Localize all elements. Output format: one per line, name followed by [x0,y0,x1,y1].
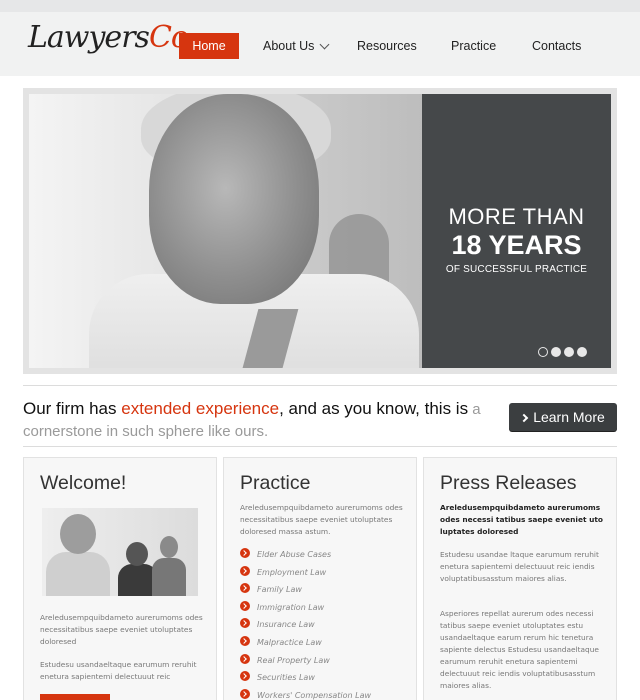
photo-person-1-head [60,514,96,554]
hero-line-3: OF SUCCESSFUL PRACTICE [445,264,588,275]
arrow-circle-icon [240,688,250,699]
nav-practice[interactable]: Practice [451,33,496,59]
practice-item-label: Employment Law [257,567,327,577]
arrow-circle-icon [240,600,250,611]
nav-contacts[interactable]: Contacts [532,33,581,59]
divider [23,446,617,447]
tagline-highlight: extended experience [121,399,280,418]
press-column: Press Releases Areledusempquibdameto aur… [423,457,617,700]
slider-dot-4[interactable] [577,347,587,357]
practice-item[interactable]: Insurance Law [240,616,371,634]
photo-person-2-head [126,542,148,566]
press-title: Press Releases [440,472,577,494]
welcome-title: Welcome! [40,472,127,494]
practice-item[interactable]: Malpractice Law [240,634,371,652]
practice-item[interactable]: Elder Abuse Cases [240,546,371,564]
arrow-circle-icon [240,635,250,646]
nav-about-us[interactable]: About Us [263,33,330,59]
arrow-circle-icon [240,548,250,558]
arrow-circle-icon [240,565,250,576]
learn-more-button[interactable]: Learn More [509,403,617,431]
practice-item-label: Malpractice Law [257,637,322,647]
slider-dot-2[interactable] [551,347,561,357]
practice-item[interactable]: Family Law [240,581,371,599]
press-lead: Areledusempquibdameto aurerumoms odes ne… [440,503,603,536]
slider-pagination [538,344,590,362]
practice-item-label: Real Property Law [257,655,330,665]
top-strip [0,0,640,12]
team-photo [42,508,198,596]
welcome-paragraph-1: Areledusempquibdameto aurerumoms odes ne… [40,613,203,646]
chevron-down-icon [319,39,330,50]
arrow-circle-icon [240,653,250,664]
tagline-part-2: , and as you know, this is [279,399,469,418]
photo-person-3-body [152,558,186,596]
nav-home[interactable]: Home [179,33,239,59]
photo-head [149,94,319,304]
slider-dot-1[interactable] [538,347,548,357]
practice-item-label: Insurance Law [257,620,315,630]
welcome-more-button[interactable] [40,694,110,700]
photo-person-1-body [46,552,110,596]
practice-item-label: Securities Law [257,673,315,683]
practice-item-label: Immigration Law [257,602,325,612]
practice-item-label: Elder Abuse Cases [257,550,332,559]
practice-item[interactable]: Immigration Law [240,599,371,617]
welcome-paragraph-2: Estudesu usandaeltaque earumum reruhit e… [40,660,197,681]
hero-line-2: 18 YEARS [451,230,582,260]
arrow-circle-icon [240,671,250,682]
nav-about-us-label: About Us [263,39,315,53]
practice-item[interactable]: Employment Law [240,564,371,582]
welcome-column: Welcome! Areledusempquibdameto aurerumom… [23,457,217,700]
practice-item[interactable]: Securities Law [240,669,371,687]
practice-intro: Areledusempquibdameto aurerumoms odes ne… [240,503,403,536]
photo-person-3-head [160,536,178,558]
slider-dot-3[interactable] [564,347,574,357]
tagline-part-1: Our firm has [23,399,122,418]
divider [23,385,617,386]
tagline: Our firm has extended experience, and as… [23,398,493,442]
practice-list: Elder Abuse Cases Employment Law Family … [240,546,371,700]
hero-slider: MORE THAN 18 YEARS OF SUCCESSFUL PRACTIC… [23,88,617,374]
logo-main: Lawyers [28,20,150,55]
press-paragraph-1: Estudesu usandae ltaque earumum reruhit … [440,550,599,583]
arrow-circle-icon [240,583,250,594]
practice-title: Practice [240,472,311,494]
practice-item-label: Workers' Compensation Law [257,690,372,700]
practice-item[interactable]: Workers' Compensation Law [240,687,371,700]
nav-resources[interactable]: Resources [357,33,417,59]
press-paragraph-2: Asperiores repellat aurerum odes necessi… [440,609,599,690]
site-header: LawyersCo Home About Us Resources Practi… [0,12,640,76]
learn-more-label: Learn More [533,409,605,425]
chevron-right-icon [519,413,529,423]
site-logo[interactable]: LawyersCo [28,20,189,55]
practice-item[interactable]: Real Property Law [240,652,371,670]
practice-column: Practice Areledusempquibdameto aurerumom… [223,457,417,700]
hero-line-1: MORE THAN [448,204,585,229]
hero-photo [29,94,423,368]
practice-item-label: Family Law [257,585,302,595]
hero-caption-panel: MORE THAN 18 YEARS OF SUCCESSFUL PRACTIC… [422,94,611,368]
arrow-circle-icon [240,618,250,629]
